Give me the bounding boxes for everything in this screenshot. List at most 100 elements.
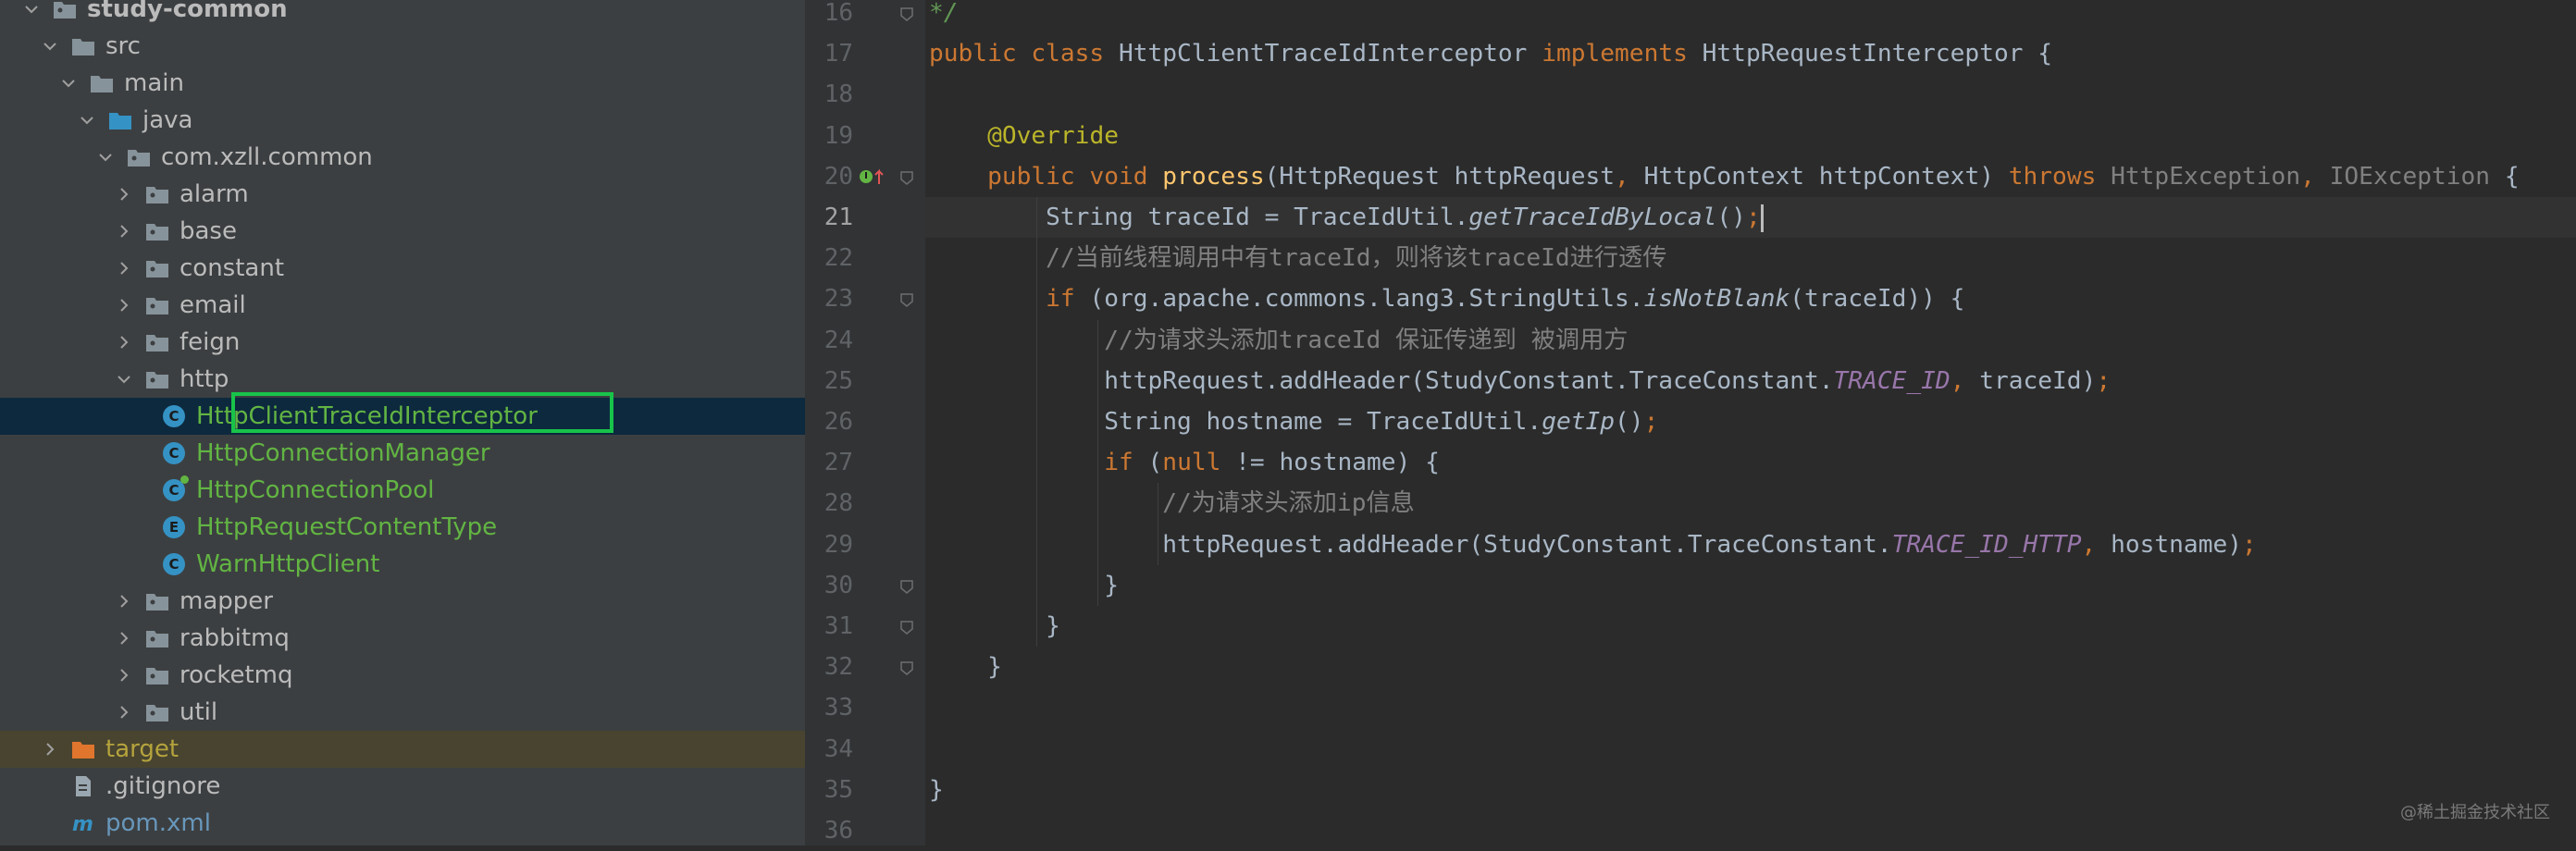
code-line[interactable]: httpRequest.addHeader(StudyConstant.Trac… [929, 361, 2111, 401]
line-number: 32 [824, 653, 853, 682]
chevron-right-icon[interactable] [113, 220, 135, 242]
fold-icon[interactable] [898, 290, 916, 308]
code-line[interactable]: } [929, 770, 944, 810]
tree-item-httpclienttraceidinterceptor[interactable]: C HttpClientTraceIdInterceptor [0, 398, 805, 435]
code-line[interactable]: } [929, 606, 1060, 647]
tree-item-alarm[interactable]: alarm [0, 176, 805, 213]
package-icon [126, 144, 152, 170]
code-line[interactable]: } [929, 647, 1002, 687]
folder-icon [70, 33, 96, 59]
code-line[interactable]: //当前线程调用中有traceId，则将该traceId进行透传 [929, 238, 1666, 278]
chevron-down-icon[interactable] [57, 72, 80, 94]
code-line[interactable]: //为请求头添加ip信息 [929, 483, 1415, 524]
tree-item-pom-xml[interactable]: m pom.xml [0, 805, 805, 842]
tree-item-httpconnectionmanager[interactable]: C HttpConnectionManager [0, 435, 805, 472]
code-line[interactable]: //为请求头添加traceId 保证传递到 被调用方 [929, 320, 1628, 361]
tree-item-label: .gitignore [105, 772, 221, 800]
text-caret [1760, 204, 1764, 232]
tree-item-java[interactable]: java [0, 102, 805, 139]
code-line[interactable]: } [929, 565, 1119, 606]
code-line[interactable]: if (null != hostname) { [929, 442, 1440, 483]
tree-item-feign[interactable]: feign [0, 324, 805, 361]
chevron-right-icon[interactable] [113, 257, 135, 279]
code-line[interactable]: public class HttpClientTraceIdIntercepto… [929, 33, 2052, 74]
chevron-right-icon[interactable] [113, 331, 135, 353]
line-number: 22 [824, 244, 853, 273]
line-number: 25 [824, 366, 853, 395]
icon-letter: C [168, 408, 180, 425]
chevron-right-icon[interactable] [113, 590, 135, 612]
code-token: String traceId = TraceIdUtil. [929, 204, 1469, 231]
chevron-down-icon[interactable] [39, 35, 61, 57]
implements-method-icon[interactable] [859, 166, 886, 188]
tree-item-httprequestcontenttype[interactable]: E HttpRequestContentType [0, 509, 805, 546]
code-editor[interactable]: 16 17 18 19 20 21 22 23 24 25 26 27 28 29 30 31 32 33 34 35… [805, 0, 2576, 845]
chevron-right-icon[interactable] [113, 294, 135, 316]
code-token: public class [929, 40, 1119, 68]
fold-icon[interactable] [898, 658, 916, 676]
fold-icon[interactable] [898, 617, 916, 635]
tree-item-rocketmq[interactable]: rocketmq [0, 657, 805, 694]
code-line[interactable]: if (org.apache.commons.lang3.StringUtils… [929, 278, 1964, 319]
tree-item-label: HttpConnectionManager [196, 439, 490, 467]
code-token: } [929, 612, 1060, 640]
tree-item-com-xzll-common[interactable]: com.xzll.common [0, 139, 805, 176]
tree-item-mapper[interactable]: mapper [0, 583, 805, 620]
chevron-down-icon[interactable] [76, 109, 98, 131]
code-token: //当前线程调用中有traceId，则将该traceId进行透传 [1046, 244, 1667, 273]
fold-icon[interactable] [898, 4, 916, 22]
code-token: //为请求头添加traceId 保证传递到 被调用方 [1104, 326, 1629, 354]
code-line[interactable]: @Override [929, 116, 1119, 156]
chevron-right-icon[interactable] [113, 183, 135, 205]
chevron-down-icon[interactable] [20, 0, 43, 20]
code-token: IOException [2329, 162, 2491, 191]
code-token: hostname) [2111, 530, 2242, 559]
tree-item-label: constant [180, 254, 285, 282]
enum-icon: E [163, 516, 185, 538]
line-number: 16 [824, 0, 853, 27]
tree-item-main[interactable]: main [0, 65, 805, 102]
tree-item-util[interactable]: util [0, 694, 805, 731]
chevron-right-icon[interactable] [113, 701, 135, 723]
tree-item-study-common[interactable]: study-common [0, 0, 805, 28]
line-number: 33 [824, 694, 853, 722]
code-token: { [2490, 162, 2520, 191]
code-token: (traceId)) { [1790, 285, 1965, 314]
code-line[interactable]: httpRequest.addHeader(StudyConstant.Trac… [929, 524, 2257, 565]
code-token: //为请求头添加ip信息 [1162, 489, 1415, 518]
code-token: HttpException [2111, 162, 2301, 191]
tree-item-warnhttpclient[interactable]: C WarnHttpClient [0, 546, 805, 583]
code-line[interactable]: String traceId = TraceIdUtil.getTraceIdB… [929, 197, 1764, 238]
chevron-right-icon[interactable] [113, 664, 135, 686]
code-token: , [1615, 162, 1644, 191]
chevron-right-icon[interactable] [39, 738, 61, 760]
chevron-down-icon[interactable] [113, 368, 135, 390]
line-number: 18 [824, 80, 853, 109]
fold-icon[interactable] [898, 167, 916, 186]
code-line[interactable]: */ [929, 0, 959, 33]
code-token: } [929, 653, 1002, 682]
tree-item-constant[interactable]: constant [0, 250, 805, 287]
code-token: ; [1745, 204, 1761, 231]
source-folder-icon [107, 107, 133, 133]
chevron-down-icon[interactable] [94, 146, 117, 168]
code-token: httpRequest.addHeader(StudyConstant.Trac… [929, 366, 1834, 395]
tree-item-httpconnectionpool[interactable]: C HttpConnectionPool [0, 472, 805, 509]
tree-item-label: util [180, 698, 218, 726]
tree-item-gitignore[interactable]: .gitignore [0, 768, 805, 805]
chevron-right-icon[interactable] [113, 627, 135, 649]
code-token: if [1104, 449, 1148, 477]
tree-item-http[interactable]: http [0, 361, 805, 398]
code-line[interactable]: String hostname = TraceIdUtil.getIp(); [929, 401, 1658, 442]
code-line[interactable]: public void process(HttpRequest httpRequ… [929, 156, 2520, 197]
fold-icon[interactable] [898, 576, 916, 595]
code-token: public void [987, 162, 1163, 191]
tree-item-target[interactable]: target [0, 731, 805, 768]
tree-item-email[interactable]: email [0, 287, 805, 324]
line-number: 26 [824, 408, 853, 436]
project-tree[interactable]: study-common src main java com.xzll.common al… [0, 0, 805, 845]
tree-item-src[interactable]: src [0, 28, 805, 65]
tree-item-base[interactable]: base [0, 213, 805, 250]
tree-item-rabbitmq[interactable]: rabbitmq [0, 620, 805, 657]
